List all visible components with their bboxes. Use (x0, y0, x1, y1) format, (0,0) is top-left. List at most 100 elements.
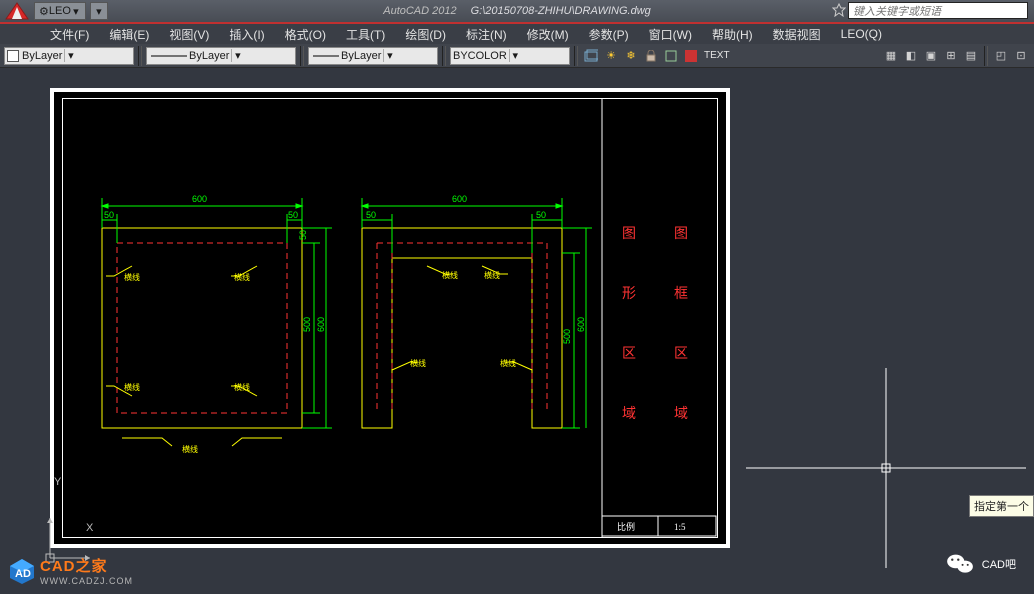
chevron-down-icon: ▾ (383, 49, 395, 62)
tool-icon-6[interactable]: ◰ (992, 47, 1010, 65)
app-name: AutoCAD 2012 (383, 5, 456, 17)
tool-icon-1[interactable]: ▦ (882, 47, 900, 65)
lbl: 横线 (182, 444, 198, 454)
watermark-right-text: CAD吧 (982, 556, 1016, 572)
menu-param[interactable]: 参数(P) (579, 24, 639, 45)
tool-icon-4[interactable]: ⊞ (942, 47, 960, 65)
menu-format[interactable]: 格式(O) (275, 24, 336, 45)
menu-window[interactable]: 窗口(W) (639, 24, 702, 45)
watermark-left-text: CAD之家 (40, 558, 108, 575)
watermark-left: AD CAD之家 WWW.CADZJ.COM (8, 555, 133, 586)
cadzj-logo-icon: AD (8, 557, 36, 585)
tool-icon-2[interactable]: ◧ (902, 47, 920, 65)
file-path: G:\20150708-ZHIHU\DRAWING.dwg (471, 5, 651, 17)
watermark-left-url: WWW.CADZJ.COM (40, 576, 133, 586)
menu-help[interactable]: 帮助(H) (702, 24, 763, 45)
watermark-right: CAD吧 (946, 552, 1016, 576)
lbl: 横线 (234, 382, 250, 392)
menu-edit[interactable]: 编辑(E) (99, 24, 159, 45)
chevron-down-icon: ▾ (509, 49, 521, 62)
separator (138, 46, 142, 66)
title-bar: ⚙ LEO ▾ ▾ AutoCAD 2012 G:\20150708-ZHIHU… (0, 0, 1034, 22)
color-value: ByLayer (22, 50, 62, 62)
plotstyle-value: BYCOLOR (453, 50, 507, 62)
drawing-area[interactable]: 比例 1:5 600 50 50 (0, 68, 1034, 552)
tool-icon-5[interactable]: ▤ (962, 47, 980, 65)
qat-workspace-dropdown[interactable]: ⚙ LEO ▾ (34, 2, 86, 20)
layer-bulb-icon[interactable]: ☀ (602, 47, 620, 65)
lbl: 横线 (484, 270, 500, 280)
info-center-icon[interactable] (832, 3, 846, 17)
tool-icon-7[interactable]: ⊡ (1012, 47, 1030, 65)
dim-600v2: 600 (576, 317, 586, 332)
dim-500v: 500 (302, 317, 312, 332)
left-figure: 600 50 50 500 600 50 (102, 194, 332, 454)
layer-color-icon[interactable] (682, 47, 700, 65)
right-figure: 600 50 50 500 600 横线 横线 (362, 194, 592, 428)
separator (442, 46, 446, 66)
chevron-down-icon: ▾ (231, 49, 243, 62)
plotstyle-combo[interactable]: BYCOLOR ▾ (450, 47, 570, 65)
qat-dropdown-more[interactable]: ▾ (90, 2, 108, 20)
red-r3: 区 (674, 346, 688, 362)
lineweight-preview (311, 51, 341, 61)
lineweight-combo[interactable]: ByLayer ▾ (308, 47, 438, 65)
menu-draw[interactable]: 绘图(D) (395, 24, 456, 45)
menu-file[interactable]: 文件(F) (40, 24, 99, 45)
red-l2: 形 (622, 286, 636, 302)
dim-50r2: 50 (536, 210, 546, 220)
gear-icon: ⚙ (39, 5, 49, 18)
lbl: 横线 (234, 272, 250, 282)
dim-500v2: 500 (562, 329, 572, 344)
tool-icon-3[interactable]: ▣ (922, 47, 940, 65)
window-title: AutoCAD 2012 G:\20150708-ZHIHU\DRAWING.d… (383, 5, 651, 17)
text-tool-label: TEXT (704, 50, 730, 61)
color-swatch (7, 50, 19, 62)
lbl: 横线 (410, 358, 426, 368)
tooltip-text: 指定第一个 (974, 501, 1029, 513)
titleblock-scale: 1:5 (674, 522, 686, 532)
dim-600: 600 (192, 194, 207, 204)
separator (984, 46, 988, 66)
titleblock-label: 比例 (617, 521, 635, 532)
red-r1: 图 (674, 227, 688, 242)
red-r4: 域 (674, 406, 688, 422)
menu-dataview[interactable]: 数据视图 (763, 24, 831, 45)
lbl: 横线 (124, 382, 140, 392)
menu-insert[interactable]: 插入(I) (219, 24, 274, 45)
search-placeholder: 键入关键字或短语 (853, 3, 941, 19)
chevron-down-icon: ▾ (64, 49, 76, 62)
lineweight-value: ByLayer (341, 50, 381, 62)
dim-600r: 600 (452, 194, 467, 204)
menu-dimension[interactable]: 标注(N) (456, 24, 517, 45)
linetype-value: ByLayer (189, 50, 229, 62)
paper-viewport: 比例 1:5 600 50 50 (50, 88, 730, 548)
linetype-combo[interactable]: ByLayer ▾ (146, 47, 296, 65)
chevron-down-icon: ▾ (71, 5, 81, 18)
layer-isolate-icon[interactable] (662, 47, 680, 65)
menu-tools[interactable]: 工具(T) (336, 24, 395, 45)
dim-50l2: 50 (366, 210, 376, 220)
layer-states-icon[interactable] (582, 47, 600, 65)
menu-bar: 文件(F) 编辑(E) 视图(V) 插入(I) 格式(O) 工具(T) 绘图(D… (0, 24, 1034, 44)
red-l4: 域 (622, 406, 636, 422)
wechat-icon (946, 552, 974, 576)
menu-modify[interactable]: 修改(M) (517, 24, 579, 45)
red-l1: 图 (622, 227, 636, 242)
drawing-svg: 比例 1:5 600 50 50 (62, 98, 718, 538)
command-tooltip: 指定第一个 (969, 495, 1034, 517)
dim-50r: 50 (288, 210, 298, 220)
red-l3: 区 (622, 346, 636, 362)
menu-view[interactable]: 视图(V) (159, 24, 219, 45)
search-input[interactable]: 键入关键字或短语 (848, 2, 1028, 19)
linetype-preview (149, 51, 189, 61)
lbl: 横线 (124, 272, 140, 282)
menu-leo[interactable]: LEO(Q) (831, 25, 892, 43)
app-logo[interactable] (0, 0, 34, 22)
dim-50v: 50 (298, 230, 308, 240)
red-r2: 框 (674, 286, 688, 302)
layer-lock-icon[interactable] (642, 47, 660, 65)
layer-freeze-icon[interactable]: ❄ (622, 47, 640, 65)
lbl: 横线 (500, 358, 516, 368)
color-combo[interactable]: ByLayer ▾ (4, 47, 134, 65)
